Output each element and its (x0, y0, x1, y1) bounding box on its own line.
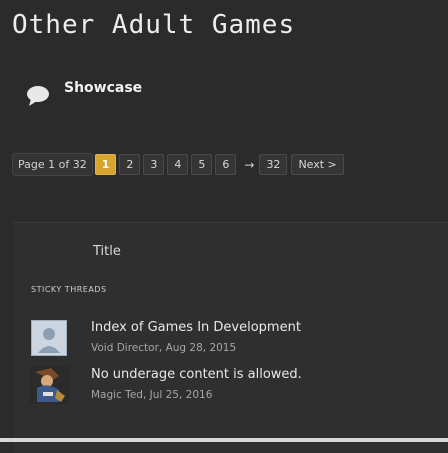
node-label[interactable]: Showcase (64, 80, 142, 96)
thread-meta[interactable]: Void Director, Aug 28, 2015 (91, 342, 236, 354)
page-jump-arrow-icon[interactable]: → (244, 158, 254, 172)
avatar[interactable] (29, 366, 69, 404)
thread-meta[interactable]: Magic Ted, Jul 25, 2016 (91, 389, 212, 401)
page-button-4[interactable]: 4 (167, 154, 189, 175)
thread-list (14, 222, 448, 453)
column-header-title[interactable]: Title (93, 244, 121, 259)
page-button-6[interactable]: 6 (215, 154, 237, 175)
page-button-5[interactable]: 5 (191, 154, 213, 175)
page-info[interactable]: Page 1 of 32 (12, 153, 93, 176)
avatar[interactable] (31, 320, 67, 356)
page-button-last[interactable]: 32 (259, 154, 288, 175)
page-button-2[interactable]: 2 (119, 154, 141, 175)
node-showcase[interactable]: Showcase (26, 68, 142, 108)
page-button-1[interactable]: 1 (94, 154, 117, 175)
bottom-divider (0, 438, 448, 442)
thread-title[interactable]: Index of Games In Development (91, 320, 301, 335)
sticky-threads-label: STICKY THREADS (31, 285, 107, 294)
page-button-3[interactable]: 3 (143, 154, 165, 175)
next-page-button[interactable]: Next > (291, 154, 344, 175)
user-silhouette-icon (32, 321, 66, 355)
thread-title[interactable]: No underage content is allowed. (91, 367, 302, 382)
speech-bubble-icon (27, 86, 49, 106)
pagination: Page 1 of 32 1 2 3 4 5 6 → 32 Next > (12, 153, 347, 176)
character-avatar-icon (29, 366, 69, 404)
page-title: Other Adult Games (12, 10, 296, 40)
